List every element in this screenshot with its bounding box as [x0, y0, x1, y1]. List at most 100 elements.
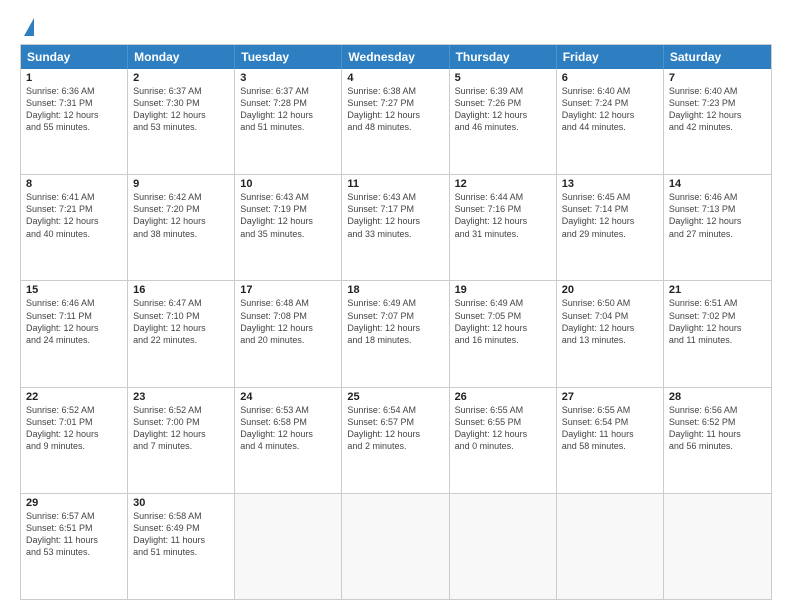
cal-cell: 5Sunrise: 6:39 AM Sunset: 7:26 PM Daylig…	[450, 69, 557, 174]
cell-day-number: 26	[455, 391, 551, 403]
cell-day-number: 12	[455, 178, 551, 190]
cell-info: Sunrise: 6:44 AM Sunset: 7:16 PM Dayligh…	[455, 191, 551, 240]
cell-info: Sunrise: 6:36 AM Sunset: 7:31 PM Dayligh…	[26, 85, 122, 134]
cell-info: Sunrise: 6:43 AM Sunset: 7:17 PM Dayligh…	[347, 191, 443, 240]
cell-day-number: 20	[562, 284, 658, 296]
cell-info: Sunrise: 6:48 AM Sunset: 7:08 PM Dayligh…	[240, 297, 336, 346]
cell-info: Sunrise: 6:55 AM Sunset: 6:55 PM Dayligh…	[455, 404, 551, 453]
cal-cell: 8Sunrise: 6:41 AM Sunset: 7:21 PM Daylig…	[21, 175, 128, 280]
cal-cell: 24Sunrise: 6:53 AM Sunset: 6:58 PM Dayli…	[235, 388, 342, 493]
cal-cell: 28Sunrise: 6:56 AM Sunset: 6:52 PM Dayli…	[664, 388, 771, 493]
cal-header-saturday: Saturday	[664, 45, 771, 69]
cell-day-number: 28	[669, 391, 766, 403]
cell-day-number: 13	[562, 178, 658, 190]
page: SundayMondayTuesdayWednesdayThursdayFrid…	[0, 0, 792, 612]
cell-info: Sunrise: 6:43 AM Sunset: 7:19 PM Dayligh…	[240, 191, 336, 240]
cal-cell	[342, 494, 449, 599]
cell-info: Sunrise: 6:40 AM Sunset: 7:23 PM Dayligh…	[669, 85, 766, 134]
cal-row-5: 29Sunrise: 6:57 AM Sunset: 6:51 PM Dayli…	[21, 493, 771, 599]
cell-info: Sunrise: 6:41 AM Sunset: 7:21 PM Dayligh…	[26, 191, 122, 240]
cell-info: Sunrise: 6:55 AM Sunset: 6:54 PM Dayligh…	[562, 404, 658, 453]
cell-day-number: 22	[26, 391, 122, 403]
cell-day-number: 4	[347, 72, 443, 84]
cell-day-number: 23	[133, 391, 229, 403]
cal-header-tuesday: Tuesday	[235, 45, 342, 69]
cell-info: Sunrise: 6:49 AM Sunset: 7:05 PM Dayligh…	[455, 297, 551, 346]
cell-day-number: 24	[240, 391, 336, 403]
cell-day-number: 7	[669, 72, 766, 84]
cal-cell	[664, 494, 771, 599]
cal-cell: 6Sunrise: 6:40 AM Sunset: 7:24 PM Daylig…	[557, 69, 664, 174]
cal-cell	[450, 494, 557, 599]
cell-info: Sunrise: 6:49 AM Sunset: 7:07 PM Dayligh…	[347, 297, 443, 346]
cell-info: Sunrise: 6:51 AM Sunset: 7:02 PM Dayligh…	[669, 297, 766, 346]
cell-day-number: 6	[562, 72, 658, 84]
cal-cell: 15Sunrise: 6:46 AM Sunset: 7:11 PM Dayli…	[21, 281, 128, 386]
cell-day-number: 25	[347, 391, 443, 403]
cell-info: Sunrise: 6:58 AM Sunset: 6:49 PM Dayligh…	[133, 510, 229, 559]
cal-cell: 20Sunrise: 6:50 AM Sunset: 7:04 PM Dayli…	[557, 281, 664, 386]
cell-day-number: 17	[240, 284, 336, 296]
cell-day-number: 10	[240, 178, 336, 190]
cal-cell: 27Sunrise: 6:55 AM Sunset: 6:54 PM Dayli…	[557, 388, 664, 493]
cell-day-number: 30	[133, 497, 229, 509]
cal-cell: 4Sunrise: 6:38 AM Sunset: 7:27 PM Daylig…	[342, 69, 449, 174]
cal-header-sunday: Sunday	[21, 45, 128, 69]
cell-info: Sunrise: 6:42 AM Sunset: 7:20 PM Dayligh…	[133, 191, 229, 240]
cal-cell: 7Sunrise: 6:40 AM Sunset: 7:23 PM Daylig…	[664, 69, 771, 174]
cal-row-3: 15Sunrise: 6:46 AM Sunset: 7:11 PM Dayli…	[21, 280, 771, 386]
header	[20, 16, 772, 36]
cell-day-number: 14	[669, 178, 766, 190]
cell-day-number: 11	[347, 178, 443, 190]
cal-cell: 14Sunrise: 6:46 AM Sunset: 7:13 PM Dayli…	[664, 175, 771, 280]
cal-cell: 25Sunrise: 6:54 AM Sunset: 6:57 PM Dayli…	[342, 388, 449, 493]
cell-day-number: 21	[669, 284, 766, 296]
cell-info: Sunrise: 6:38 AM Sunset: 7:27 PM Dayligh…	[347, 85, 443, 134]
cal-row-2: 8Sunrise: 6:41 AM Sunset: 7:21 PM Daylig…	[21, 174, 771, 280]
cell-info: Sunrise: 6:47 AM Sunset: 7:10 PM Dayligh…	[133, 297, 229, 346]
cell-info: Sunrise: 6:39 AM Sunset: 7:26 PM Dayligh…	[455, 85, 551, 134]
cal-cell	[235, 494, 342, 599]
cal-cell: 3Sunrise: 6:37 AM Sunset: 7:28 PM Daylig…	[235, 69, 342, 174]
cell-day-number: 19	[455, 284, 551, 296]
cell-info: Sunrise: 6:53 AM Sunset: 6:58 PM Dayligh…	[240, 404, 336, 453]
cell-info: Sunrise: 6:46 AM Sunset: 7:13 PM Dayligh…	[669, 191, 766, 240]
cal-cell: 12Sunrise: 6:44 AM Sunset: 7:16 PM Dayli…	[450, 175, 557, 280]
cell-info: Sunrise: 6:54 AM Sunset: 6:57 PM Dayligh…	[347, 404, 443, 453]
cal-cell: 9Sunrise: 6:42 AM Sunset: 7:20 PM Daylig…	[128, 175, 235, 280]
cal-header-monday: Monday	[128, 45, 235, 69]
cell-day-number: 3	[240, 72, 336, 84]
cell-day-number: 29	[26, 497, 122, 509]
cell-day-number: 5	[455, 72, 551, 84]
cell-day-number: 18	[347, 284, 443, 296]
cal-row-4: 22Sunrise: 6:52 AM Sunset: 7:01 PM Dayli…	[21, 387, 771, 493]
cal-cell: 19Sunrise: 6:49 AM Sunset: 7:05 PM Dayli…	[450, 281, 557, 386]
logo	[20, 16, 34, 36]
cell-day-number: 8	[26, 178, 122, 190]
cell-info: Sunrise: 6:56 AM Sunset: 6:52 PM Dayligh…	[669, 404, 766, 453]
cal-cell: 21Sunrise: 6:51 AM Sunset: 7:02 PM Dayli…	[664, 281, 771, 386]
cell-info: Sunrise: 6:37 AM Sunset: 7:28 PM Dayligh…	[240, 85, 336, 134]
cell-info: Sunrise: 6:52 AM Sunset: 7:00 PM Dayligh…	[133, 404, 229, 453]
cal-cell: 29Sunrise: 6:57 AM Sunset: 6:51 PM Dayli…	[21, 494, 128, 599]
cal-row-1: 1Sunrise: 6:36 AM Sunset: 7:31 PM Daylig…	[21, 69, 771, 174]
cell-day-number: 16	[133, 284, 229, 296]
cal-cell: 2Sunrise: 6:37 AM Sunset: 7:30 PM Daylig…	[128, 69, 235, 174]
cell-day-number: 2	[133, 72, 229, 84]
cell-day-number: 9	[133, 178, 229, 190]
cal-cell: 13Sunrise: 6:45 AM Sunset: 7:14 PM Dayli…	[557, 175, 664, 280]
cal-cell	[557, 494, 664, 599]
cal-header-friday: Friday	[557, 45, 664, 69]
cal-cell: 23Sunrise: 6:52 AM Sunset: 7:00 PM Dayli…	[128, 388, 235, 493]
cal-header-thursday: Thursday	[450, 45, 557, 69]
cell-info: Sunrise: 6:50 AM Sunset: 7:04 PM Dayligh…	[562, 297, 658, 346]
calendar-header-row: SundayMondayTuesdayWednesdayThursdayFrid…	[21, 45, 771, 69]
cell-day-number: 1	[26, 72, 122, 84]
cell-info: Sunrise: 6:45 AM Sunset: 7:14 PM Dayligh…	[562, 191, 658, 240]
calendar-body: 1Sunrise: 6:36 AM Sunset: 7:31 PM Daylig…	[21, 69, 771, 599]
cal-cell: 30Sunrise: 6:58 AM Sunset: 6:49 PM Dayli…	[128, 494, 235, 599]
cell-info: Sunrise: 6:40 AM Sunset: 7:24 PM Dayligh…	[562, 85, 658, 134]
cal-cell: 22Sunrise: 6:52 AM Sunset: 7:01 PM Dayli…	[21, 388, 128, 493]
cell-info: Sunrise: 6:52 AM Sunset: 7:01 PM Dayligh…	[26, 404, 122, 453]
calendar: SundayMondayTuesdayWednesdayThursdayFrid…	[20, 44, 772, 600]
